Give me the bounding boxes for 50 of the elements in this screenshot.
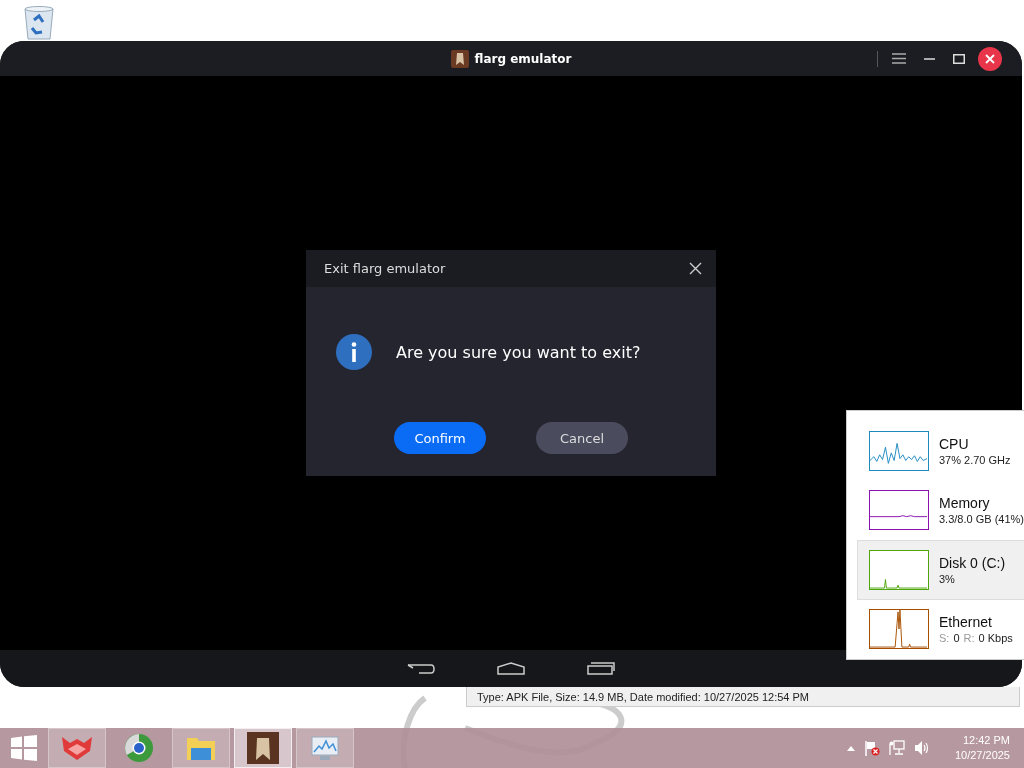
home-icon <box>497 662 525 675</box>
folder-icon <box>186 735 216 761</box>
resource-name: Memory <box>939 495 991 512</box>
windows-logo-icon <box>11 735 37 761</box>
performance-item[interactable]: Memory 3.3/8.0 GB (41%) <box>857 480 1024 540</box>
performance-item[interactable]: CPU 37% 2.70 GHz <box>857 421 1024 481</box>
performance-item[interactable]: Ethernet S: 0 R: 0 Kbps <box>857 599 1024 659</box>
recent-apps-button[interactable] <box>587 662 615 675</box>
resource-detail: 0 <box>953 632 960 645</box>
recent-apps-icon <box>587 662 615 675</box>
dialog-message: Are you sure you want to exit? <box>396 342 641 362</box>
resource-name: Disk 0 (C:) <box>939 554 1006 571</box>
taskbar-app-button[interactable] <box>234 728 292 768</box>
clock-date: 10/27/2025 <box>954 748 1010 763</box>
menu-icon <box>892 53 906 64</box>
cancel-button[interactable]: Cancel <box>536 422 628 454</box>
close-icon <box>688 262 702 275</box>
clock-time: 12:42 PM <box>962 732 1010 748</box>
speaker-icon[interactable] <box>913 740 930 756</box>
close-button[interactable] <box>978 46 1002 71</box>
maximize-icon <box>953 53 965 64</box>
file-info-text: Type: APK File, Size: 14.9 MB, Date modified: 10/27/2025 12:54 PM <box>477 690 810 703</box>
back-button[interactable] <box>407 662 435 675</box>
minimize-icon <box>923 57 935 60</box>
window-title: flarg emulator <box>474 51 572 66</box>
close-icon <box>985 53 995 64</box>
home-button[interactable] <box>497 662 525 675</box>
browser-icon <box>124 733 154 763</box>
dialog-title: Exit flarg emulator <box>324 261 446 276</box>
resource-detail: 3% <box>939 572 955 585</box>
resource-name: CPU <box>939 435 970 452</box>
caret-up-icon <box>846 745 855 751</box>
resource-detail: 0 Kbps <box>978 632 1013 645</box>
confirm-button[interactable]: Confirm <box>394 422 486 454</box>
app-icon <box>247 732 279 764</box>
network-icon[interactable] <box>888 740 905 756</box>
resource-detail: 37% 2.70 GHz <box>939 453 1011 466</box>
resource-detail: S: <box>939 632 950 645</box>
show-hidden-icons-button[interactable] <box>846 745 855 751</box>
flag-error-icon[interactable] <box>863 740 880 756</box>
resource-detail: 3.3/8.0 GB (41%) <box>939 513 1024 526</box>
performance-item[interactable]: Disk 0 (C:) 3% <box>857 540 1024 600</box>
app-icon <box>450 49 469 68</box>
back-icon <box>407 662 435 675</box>
performance-monitor-icon <box>310 734 340 762</box>
recycle-bin-icon[interactable] <box>21 6 57 40</box>
resource-detail: R: <box>963 632 975 645</box>
info-icon <box>336 334 372 370</box>
resource-name: Ethernet <box>939 614 993 631</box>
fox-logo-icon <box>60 735 94 761</box>
